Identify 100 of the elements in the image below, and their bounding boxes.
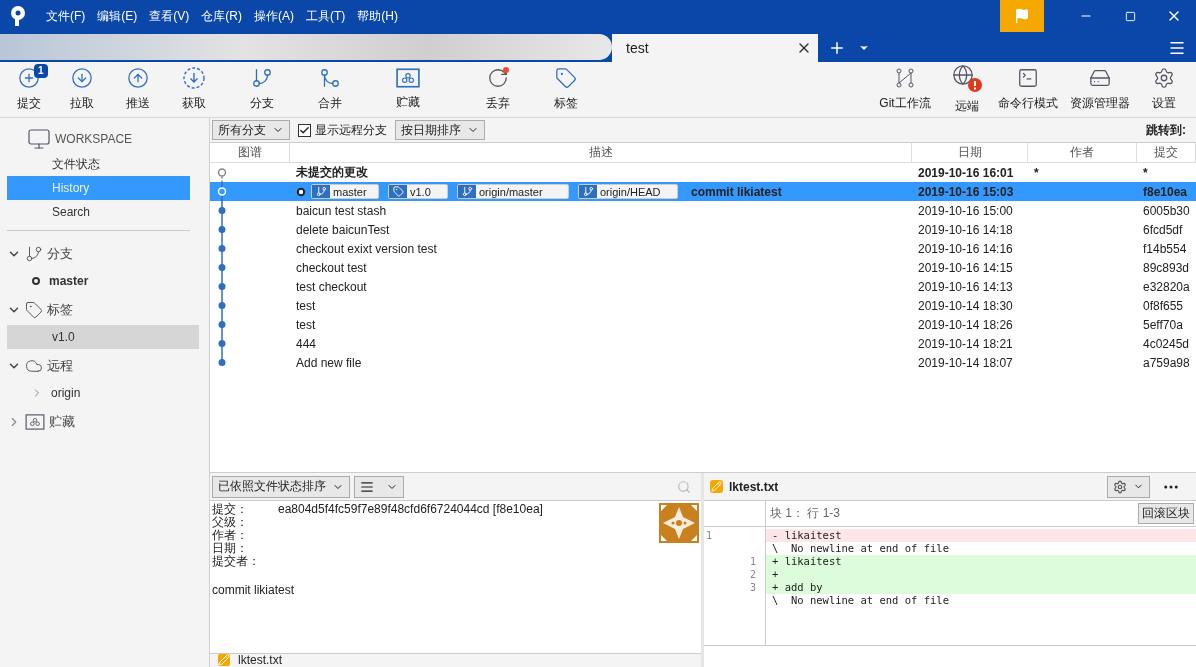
commit-row[interactable]: checkout test 2019-10-16 14:15 89c893d: [210, 258, 1196, 277]
date-cell-text: 2019-10-16 14:16: [917, 240, 1014, 258]
toolbar-button[interactable]: 分支: [222, 62, 302, 117]
revert-button[interactable]: 回滚区块: [1138, 503, 1194, 524]
commit-row[interactable]: test checkout 2019-10-16 14:13 e32820a: [210, 277, 1196, 296]
toolbar-button[interactable]: 提交 1: [4, 62, 54, 117]
hash-cell-text: *: [1142, 164, 1149, 182]
sidebar-item[interactable]: v1.0: [7, 325, 199, 349]
commit-row[interactable]: delete baicunTest 2019-10-16 14:18 6fcd5df: [210, 220, 1196, 239]
commit-row[interactable]: baicun test stash 2019-10-16 15:00 6005b30: [210, 201, 1196, 220]
jump-label: 跳转到:: [1146, 121, 1187, 139]
commit-message: test checkout: [296, 279, 367, 294]
tag-label: v1.0: [388, 184, 448, 199]
branch-dropdown[interactable]: 所有分支: [212, 120, 290, 140]
plus-icon: [18, 67, 40, 89]
file-name: lktest.txt: [729, 479, 779, 494]
hash-cell-text: 0f8f655: [1142, 297, 1185, 315]
date-cell-text: 2019-10-16 15:03: [917, 183, 1015, 201]
commit-row[interactable]: 未提交的更改 2019-10-16 16:01 * *: [210, 163, 1196, 182]
sidebar-item[interactable]: master: [7, 269, 199, 293]
toolbar-button[interactable]: 丢弃: [458, 62, 538, 117]
settings-dropdown[interactable]: [1107, 475, 1150, 498]
add-tab-icon[interactable]: [828, 39, 846, 57]
toolbar-button[interactable]: 拉取: [54, 62, 110, 117]
menu-item[interactable]: 工具(T): [300, 7, 352, 25]
commit-message: 444: [296, 336, 317, 351]
column-header[interactable]: 描述: [290, 143, 912, 162]
branch-icon: [582, 186, 594, 197]
hash-cell-text: 4c0245d: [1142, 335, 1191, 353]
date-cell-text: 2019-10-16 14:18: [917, 221, 1014, 239]
hash-cell-text: f8e10ea: [1142, 183, 1189, 201]
commit-row[interactable]: master v1.0 origin/master origin/HEAD commit likiatest 2019-10-16 15:03 f8e10ea: [210, 182, 1196, 201]
tag-icon: [555, 67, 577, 89]
commit-row[interactable]: Add new file 2019-10-14 18:07 a759a98: [210, 353, 1196, 372]
column-header[interactable]: 提交: [1137, 143, 1196, 162]
commit-message: baicun test stash: [296, 203, 387, 218]
column-header[interactable]: 作者: [1028, 143, 1137, 162]
toolbar-button[interactable]: 推送: [110, 62, 166, 117]
menu-item[interactable]: 查看(V): [143, 7, 196, 25]
cloud-icon: [25, 357, 43, 375]
stash-icon: [25, 414, 45, 430]
toolbar-button[interactable]: 资源管理器: [1064, 62, 1136, 117]
view-dropdown[interactable]: [354, 475, 404, 498]
hash-cell-text: 89c893d: [1142, 259, 1191, 277]
column-header[interactable]: 日期: [912, 143, 1028, 162]
branch-icon: [25, 245, 43, 263]
line-number: 2: [749, 569, 756, 580]
commit-message: commit likiatest: [691, 184, 782, 199]
line-number: 1: [749, 556, 756, 567]
commit-row[interactable]: test 2019-10-14 18:30 0f8f655: [210, 296, 1196, 315]
detail-line: 提交： ea804d5f4fc59f7e89f48cfd6f6724044cd [f8e10ea]: [212, 503, 544, 516]
menu-item[interactable]: 文件(F): [40, 7, 92, 25]
sort-dropdown[interactable]: 已依照文件状态排序: [212, 475, 350, 498]
menu-item[interactable]: 帮助(H): [351, 7, 404, 25]
stash-icon: [396, 68, 420, 88]
sidebar-item[interactable]: origin: [7, 381, 199, 405]
commit-message: checkout exixt version test: [296, 241, 437, 256]
toolbar-button[interactable]: Git工作流: [868, 62, 942, 117]
menu-item[interactable]: 编辑(E): [91, 7, 144, 25]
commit-row[interactable]: checkout exixt version test 2019-10-16 14:16 f14b554: [210, 239, 1196, 258]
menu-item[interactable]: 仓库(R): [195, 7, 248, 25]
date-cell-text: 2019-10-16 14:15: [917, 259, 1014, 277]
toolbar-button[interactable]: 标签: [538, 62, 594, 117]
sidebar-item[interactable]: 文件状态: [7, 152, 190, 176]
section-title[interactable]: 标签: [47, 301, 73, 319]
settings-icon: [1153, 67, 1175, 89]
toolbar-button[interactable]: 设置: [1136, 62, 1192, 117]
commit-row[interactable]: 444 2019-10-14 18:21 4c0245d: [210, 334, 1196, 353]
file-row[interactable]: lktest.txt: [210, 653, 701, 667]
hash-cell-text: e32820a: [1142, 278, 1191, 296]
commit-row[interactable]: test 2019-10-14 18:26 5eff70a: [210, 315, 1196, 334]
date-cell-text: 2019-10-14 18:30: [917, 297, 1014, 315]
toolbar-button[interactable]: 命令行模式: [992, 62, 1064, 117]
line-number: 3: [749, 582, 756, 593]
date-cell-text: 2019-10-14 18:26: [917, 316, 1014, 334]
commit-message: Add new file: [296, 355, 362, 370]
column-header[interactable]: 图谱: [210, 143, 290, 162]
sort-dropdown[interactable]: 按日期排序: [395, 120, 485, 140]
branch-label: origin/HEAD: [578, 184, 678, 199]
tab[interactable]: test: [612, 34, 818, 62]
commit-message: checkout test: [296, 260, 367, 275]
section-title: WORKSPACE: [55, 132, 133, 146]
show-remote-checkbox[interactable]: 显示远程分支: [298, 121, 387, 139]
toolbar-button[interactable]: 贮藏: [358, 62, 458, 117]
section-title[interactable]: 贮藏: [49, 413, 75, 431]
sidebar-item[interactable]: Search: [7, 200, 190, 224]
menu-item[interactable]: 操作(A): [248, 7, 300, 25]
section-title[interactable]: 远程: [47, 357, 73, 375]
toolbar-button[interactable]: 远端: [942, 62, 992, 117]
section-title[interactable]: 分支: [47, 245, 73, 263]
arrow-down-icon: [71, 67, 93, 89]
menu-icon[interactable]: [1168, 39, 1186, 57]
gear-icon: [1113, 479, 1127, 494]
toolbar-button[interactable]: 合并: [302, 62, 358, 117]
current-branch-icon: [31, 276, 41, 286]
commit-message: commit likiatest: [212, 584, 295, 597]
merge-icon: [319, 67, 341, 89]
terminal-icon: [1017, 67, 1039, 89]
date-cell-text: 2019-10-16 15:00: [917, 202, 1014, 220]
toolbar-button[interactable]: 获取: [166, 62, 222, 117]
